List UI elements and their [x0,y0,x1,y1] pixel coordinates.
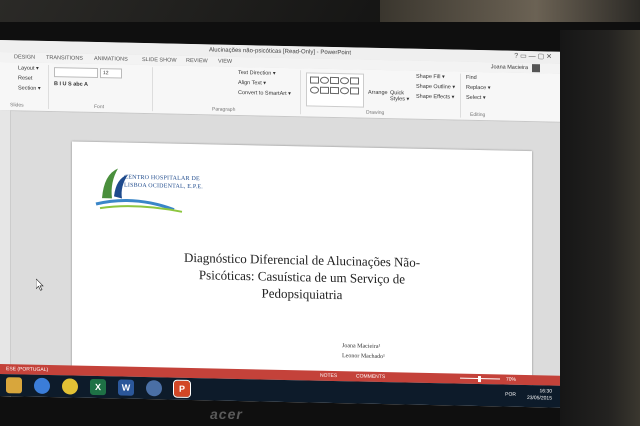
slide-thumbnails-pane[interactable] [0,110,11,403]
divider [152,67,153,112]
settings-icon[interactable] [146,380,162,397]
file-explorer-icon[interactable] [6,377,22,394]
window-title: Alucinações não-psicóticas [Read-Only] -… [208,47,352,57]
laptop-screen: Alucinações não-psicóticas [Read-Only] -… [0,40,560,408]
zoom-slider-knob[interactable] [478,376,481,383]
select-button[interactable]: Select ▾ [466,95,486,101]
author-1: Joana Macieira¹ [342,343,381,350]
system-clock[interactable]: 16:30 23/05/2015 [527,388,552,403]
editing-group-label: Editing [470,111,486,119]
divider [460,73,461,118]
clock-date: 23/05/2015 [526,395,552,402]
arrange-button[interactable]: Arrange [368,90,388,96]
drawing-group-label: Drawing [366,109,385,117]
divider [300,70,301,115]
notes-button[interactable]: NOTES [320,371,337,381]
word-icon[interactable]: W [118,379,134,396]
zoom-level[interactable]: 70% [506,375,516,385]
internet-explorer-icon[interactable] [34,377,50,395]
slide-canvas[interactable]: CENTRO HOSPITALAR DE LISBOA OCIDENTAL, E… [72,141,532,402]
font-name-box[interactable] [54,67,98,79]
window-controls[interactable]: ? ▭ — ▢ ✕ [514,51,552,64]
tab-design[interactable]: DESIGN [14,52,35,62]
section-button[interactable]: Section ▾ [18,85,41,91]
divider [48,65,49,110]
replace-button[interactable]: Replace ▾ [466,85,490,92]
mouse-cursor-icon [36,278,44,291]
shape-fill-button[interactable]: Shape Fill ▾ [416,74,445,81]
find-button[interactable]: Find [466,75,477,81]
excel-icon[interactable]: X [90,378,106,396]
format-buttons[interactable]: B I U S abc A [54,81,88,88]
font-size-box[interactable]: 12 [100,68,122,79]
tab-animations[interactable]: ANIMATIONS [94,54,128,65]
acer-logo: acer [210,406,243,422]
shape-outline-button[interactable]: Shape Outline ▾ [416,84,455,91]
paragraph-group-label: Paragraph [212,106,236,113]
powerpoint-icon[interactable]: P [173,379,191,399]
text-direction-button[interactable]: Text Direction ▾ [238,70,276,77]
avatar[interactable] [532,64,540,73]
font-group-label: Font [94,103,105,111]
chrome-icon[interactable] [62,378,78,395]
convert-smartart-button[interactable]: Convert to SmartArt ▾ [238,90,291,97]
ribbon: Layout ▾ Reset Section ▾ Slides 12 B I U… [0,62,560,123]
shape-effects-button[interactable]: Shape Effects ▾ [416,94,454,101]
tab-slide-show[interactable]: SLIDE SHOW [142,55,177,66]
slide-title[interactable]: Diagnóstico Diferencial de Alucinações N… [182,249,422,305]
tab-view[interactable]: VIEW [218,57,232,67]
quick-styles-button[interactable]: Quick Styles ▾ [390,90,412,102]
tab-review[interactable]: REVIEW [186,56,208,66]
author-2: Leonor Machado¹ [342,353,385,361]
reset-button[interactable]: Reset [18,75,32,81]
comments-button[interactable]: COMMENTS [356,371,385,382]
slides-group-label: Slides [10,102,24,109]
input-language[interactable]: POR [505,392,516,398]
align-text-button[interactable]: Align Text ▾ [238,80,266,87]
shapes-gallery[interactable] [306,72,364,108]
layout-button[interactable]: Layout ▾ [18,65,39,71]
laptop-right-edge [560,30,640,426]
